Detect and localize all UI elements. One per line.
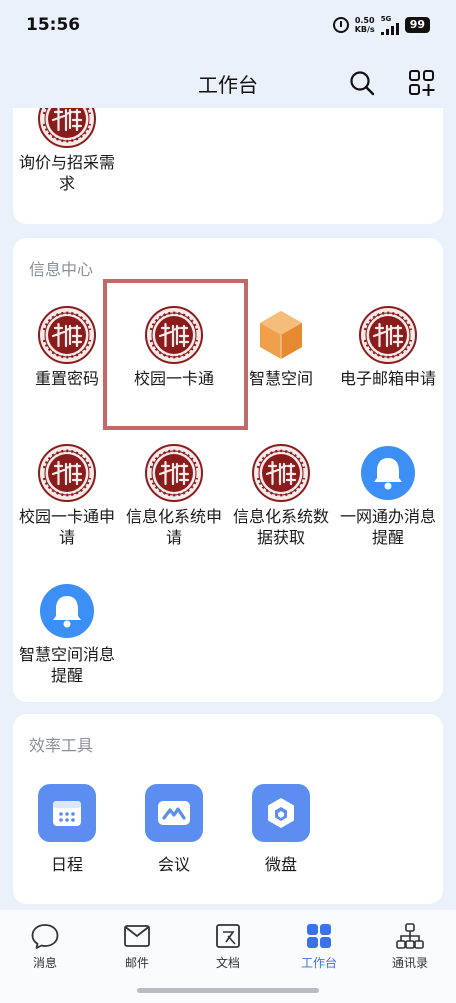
tab-workbench[interactable]: 工作台: [279, 922, 359, 971]
org-chart-icon: [396, 923, 424, 949]
net-speed-value: 0.50: [354, 16, 375, 25]
tab-contacts[interactable]: 通讯录: [370, 922, 450, 971]
section-title-efficiency-tools: 效率工具: [29, 736, 94, 755]
app-tile-reset-password[interactable]: 重置密码: [13, 306, 121, 389]
top-app-card: 询价与招采需求: [13, 108, 443, 224]
document-icon: [216, 924, 240, 948]
school-seal-icon: [252, 444, 310, 502]
app-tile-inquiry-procurement[interactable]: 询价与招采需求: [13, 108, 121, 194]
grid-icon: [307, 924, 331, 948]
tab-messages[interactable]: 消息: [5, 922, 85, 971]
tab-label: 邮件: [124, 956, 149, 970]
tab-label: 文档: [215, 956, 240, 970]
app-label: 校园一卡通申请: [18, 507, 115, 547]
school-seal-icon: [38, 108, 96, 148]
calendar-icon: [38, 784, 96, 842]
app-label: 微盘: [264, 855, 297, 874]
alarm-icon: [332, 17, 349, 33]
app-tile-smart-space[interactable]: 智慧空间: [227, 306, 335, 389]
tab-label: 消息: [32, 956, 57, 970]
chat-bubble-icon: [31, 924, 59, 949]
home-indicator[interactable]: [137, 988, 319, 993]
app-tile-it-system-data[interactable]: 信息化系统数据获取: [227, 444, 335, 548]
info-center-card: 信息中心 重置密码 校园一卡通 智慧空间 电子邮箱申请 校园一卡通申请 信息化系…: [13, 238, 443, 702]
app-label: 一网通办消息提醒: [339, 507, 436, 547]
tab-label: 通讯录: [391, 956, 428, 970]
app-tile-it-system-application[interactable]: 信息化系统申请: [120, 444, 228, 548]
page-title: 工作台: [198, 72, 258, 97]
app-tile-cloud-drive[interactable]: 微盘: [227, 784, 335, 875]
app-label: 信息化系统数据获取: [232, 507, 329, 547]
search-icon[interactable]: [349, 70, 375, 96]
tab-label: 工作台: [300, 956, 337, 970]
efficiency-tools-card: 效率工具 日程 会议 微盘: [13, 714, 443, 904]
meeting-icon: [145, 784, 203, 842]
app-tile-meeting[interactable]: 会议: [120, 784, 228, 875]
net-speed: 0.50 KB/s: [355, 16, 375, 34]
app-tile-one-stop-notify[interactable]: 一网通办消息提醒: [334, 444, 442, 548]
app-label: 重置密码: [34, 369, 99, 388]
header: 工作台: [0, 58, 456, 108]
battery-icon: 99: [404, 17, 430, 33]
signal-icon: 5G: [380, 14, 399, 35]
app-label: 日程: [50, 855, 83, 874]
status-time: 15:56: [26, 15, 81, 35]
school-seal-icon: [359, 306, 417, 364]
app-tile-campus-card[interactable]: 校园一卡通: [120, 306, 228, 389]
app-label: 智慧空间消息提醒: [18, 645, 115, 685]
app-label: 会议: [157, 855, 190, 874]
app-tile-schedule[interactable]: 日程: [13, 784, 121, 875]
hexagon-cube-icon: [260, 311, 302, 359]
school-seal-icon: [38, 444, 96, 502]
app-tile-smart-space-notify[interactable]: 智慧空间消息提醒: [13, 582, 121, 686]
signal-label: 5G: [380, 14, 392, 23]
app-label: 电子邮箱申请: [339, 369, 436, 388]
app-tile-email-application[interactable]: 电子邮箱申请: [334, 306, 442, 389]
app-tile-campus-card-application[interactable]: 校园一卡通申请: [13, 444, 121, 548]
app-label: 智慧空间: [248, 369, 313, 388]
app-label: 信息化系统申请: [125, 507, 222, 547]
section-title-info-center: 信息中心: [29, 260, 94, 279]
bell-icon: [40, 584, 94, 638]
school-seal-icon: [38, 306, 96, 364]
school-seal-icon: [145, 306, 203, 364]
app-label: 校园一卡通: [133, 369, 214, 388]
tab-mail[interactable]: 邮件: [97, 922, 177, 971]
mail-icon: [124, 925, 150, 947]
bell-icon: [361, 446, 415, 500]
status-bar: 15:56 0.50 KB/s 5G 99: [0, 0, 456, 50]
school-seal-icon: [145, 444, 203, 502]
tab-documents[interactable]: 文档: [188, 922, 268, 971]
cloud-drive-icon: [252, 784, 310, 842]
status-indicators: 0.50 KB/s 5G 99: [332, 14, 430, 35]
add-app-icon[interactable]: [408, 69, 436, 97]
net-speed-unit: KB/s: [354, 25, 375, 34]
app-label: 询价与招采需求: [18, 153, 115, 193]
